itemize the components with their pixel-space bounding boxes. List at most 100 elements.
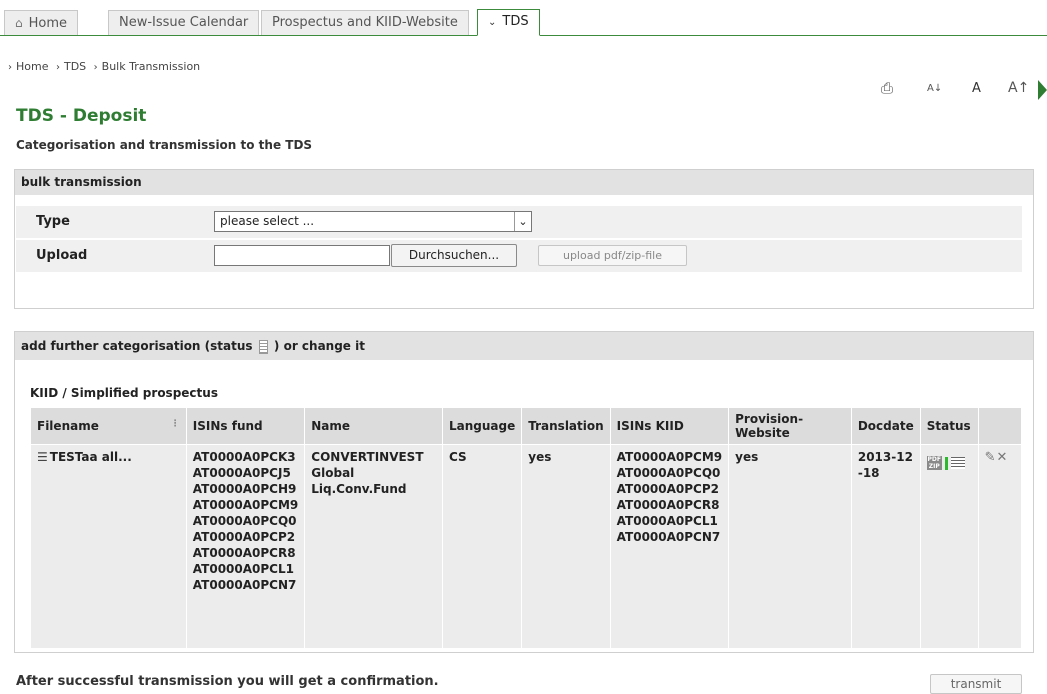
isin-fund: AT0000A0PCJ5 bbox=[192, 466, 291, 480]
filename-text: TESTaa all... bbox=[49, 450, 132, 464]
font-normal-button[interactable]: A bbox=[972, 81, 981, 96]
file-path-input[interactable] bbox=[214, 245, 390, 266]
docdate-line: -18 bbox=[857, 466, 880, 480]
column-header-actions bbox=[977, 407, 1023, 445]
chevron-down-icon[interactable]: ⌄ bbox=[514, 212, 531, 231]
breadcrumb-tds[interactable]: TDS bbox=[64, 60, 86, 73]
tab-label: Prospectus and KIID-Website bbox=[272, 15, 458, 30]
breadcrumb-home[interactable]: Home bbox=[16, 60, 48, 73]
isin-fund: AT0000A0PCK3 bbox=[192, 450, 296, 464]
isin-fund: AT0000A0PCM9 bbox=[192, 498, 299, 512]
isin-kiid: AT0000A0PCP2 bbox=[616, 482, 719, 496]
cell-language: CS bbox=[441, 444, 523, 649]
column-header-filename[interactable]: Filename ⋮ bbox=[30, 407, 187, 445]
chevron-down-icon: ⌄ bbox=[488, 17, 497, 28]
isin-kiid: AT0000A0PCQ0 bbox=[616, 466, 721, 480]
docdate-line: 2013-12 bbox=[857, 450, 913, 464]
column-header-name[interactable]: Name bbox=[304, 407, 443, 445]
kiid-table: Filename ⋮ ISINs fund Name Language Trans… bbox=[30, 407, 1023, 649]
column-header-label: Filename bbox=[37, 419, 99, 433]
type-label: Type bbox=[36, 214, 70, 229]
breadcrumb-arrow-icon: › bbox=[55, 62, 60, 73]
cell-translation: yes bbox=[521, 444, 611, 649]
delete-icon[interactable]: ✕ bbox=[997, 450, 1009, 465]
confirmation-message: After successful transmission you will g… bbox=[16, 674, 439, 689]
isin-fund: AT0000A0PCQ0 bbox=[192, 514, 297, 528]
table-header-row: Filename ⋮ ISINs fund Name Language Trans… bbox=[30, 407, 1023, 445]
isin-fund: AT0000A0PCR8 bbox=[192, 546, 296, 560]
breadcrumb: › Home › TDS › Bulk Transmission bbox=[4, 60, 200, 73]
status-document-icon bbox=[258, 339, 268, 354]
breadcrumb-arrow-icon: › bbox=[8, 62, 12, 73]
isin-fund: AT0000A0PCH9 bbox=[192, 482, 297, 496]
pdf-icon[interactable]: PDF ZIP bbox=[926, 456, 942, 470]
file-tree-icon[interactable]: ☰ bbox=[37, 450, 48, 464]
categorisation-heading-pre: add further categorisation (status bbox=[21, 339, 253, 353]
column-header-language[interactable]: Language bbox=[441, 407, 523, 445]
edit-icon[interactable]: ✎ bbox=[985, 450, 997, 465]
font-larger-button[interactable]: A↑ bbox=[1008, 80, 1029, 96]
column-resize-icon[interactable]: ⋮ bbox=[171, 419, 180, 429]
font-normal-label: A bbox=[972, 81, 981, 96]
tab-bar: ⌂ Home New-Issue Calendar Prospectus and … bbox=[0, 0, 1047, 36]
home-icon: ⌂ bbox=[15, 16, 23, 30]
document-lines-icon[interactable] bbox=[950, 457, 965, 469]
cell-docdate: 2013-12 -18 bbox=[850, 444, 921, 649]
breadcrumb-current: Bulk Transmission bbox=[101, 60, 201, 73]
cell-name: CONVERTINVEST Global Liq.Conv.Fund bbox=[304, 444, 443, 649]
tab-tds[interactable]: ⌄ TDS bbox=[477, 9, 540, 36]
cell-isins-fund: AT0000A0PCK3 AT0000A0PCJ5 AT0000A0PCH9 A… bbox=[185, 444, 306, 649]
page-subtitle: Categorisation and transmission to the T… bbox=[16, 138, 313, 152]
type-row: Type please select ... ⌄ bbox=[16, 206, 1022, 238]
column-header-isins-kiid[interactable]: ISINs KIID bbox=[609, 407, 730, 445]
font-smaller-button[interactable]: A↓ bbox=[927, 83, 942, 94]
type-select[interactable]: please select ... ⌄ bbox=[214, 211, 532, 232]
isin-kiid: AT0000A0PCM9 bbox=[616, 450, 723, 464]
table-caption: KIID / Simplified prospectus bbox=[30, 386, 218, 400]
name-line: Liq.Conv.Fund bbox=[311, 482, 407, 496]
cell-filename[interactable]: ☰ TESTaa all... bbox=[30, 444, 187, 649]
tab-home[interactable]: ⌂ Home bbox=[4, 10, 79, 36]
isin-fund: AT0000A0PCN7 bbox=[192, 578, 297, 592]
transmit-button[interactable]: transmit bbox=[930, 674, 1022, 694]
print-icon[interactable]: ⎙ bbox=[881, 79, 893, 97]
cell-provision-website: yes bbox=[728, 444, 852, 649]
warning-icon bbox=[944, 456, 948, 470]
isin-kiid: AT0000A0PCL1 bbox=[616, 514, 718, 528]
font-smaller-label: A bbox=[927, 83, 934, 94]
upload-label: Upload bbox=[36, 248, 88, 263]
bulk-transmission-heading: bulk transmission bbox=[15, 170, 1033, 195]
column-header-provision-website[interactable]: Provision-Website bbox=[728, 407, 852, 445]
breadcrumb-arrow-icon: › bbox=[93, 62, 98, 73]
column-header-translation[interactable]: Translation bbox=[521, 407, 611, 445]
corner-marker bbox=[1038, 80, 1047, 100]
tab-new-issue-calendar[interactable]: New-Issue Calendar bbox=[108, 10, 260, 36]
column-header-status[interactable]: Status bbox=[919, 407, 979, 445]
name-line: CONVERTINVEST bbox=[311, 450, 424, 464]
categorisation-heading: add further categorisation (status ) or … bbox=[15, 332, 1033, 360]
isin-kiid: AT0000A0PCN7 bbox=[616, 530, 721, 544]
tab-prospectus-kiid[interactable]: Prospectus and KIID-Website bbox=[261, 10, 469, 36]
cell-isins-kiid: AT0000A0PCM9 AT0000A0PCQ0 AT0000A0PCP2 A… bbox=[609, 444, 730, 649]
isin-fund: AT0000A0PCP2 bbox=[192, 530, 296, 544]
column-header-docdate[interactable]: Docdate bbox=[850, 407, 921, 445]
table-row: ☰ TESTaa all... AT0000A0PCK3 AT0000A0PCJ5… bbox=[30, 444, 1023, 649]
cell-actions: ✎✕ bbox=[977, 444, 1023, 649]
browse-button[interactable]: Durchsuchen... bbox=[391, 244, 517, 267]
cell-status: PDF ZIP bbox=[919, 444, 979, 649]
tab-home-label: Home bbox=[28, 16, 68, 31]
bulk-transmission-panel: bulk transmission bbox=[14, 169, 1034, 309]
tab-label: TDS bbox=[502, 14, 529, 29]
categorisation-heading-post: ) or change it bbox=[273, 339, 365, 353]
isin-fund: AT0000A0PCL1 bbox=[192, 562, 294, 576]
name-line: Global bbox=[311, 466, 355, 480]
type-select-value: please select ... bbox=[220, 214, 315, 228]
font-larger-label: A bbox=[1008, 80, 1018, 96]
upload-button[interactable]: upload pdf/zip-file bbox=[538, 245, 687, 266]
upload-row: Upload Durchsuchen... upload pdf/zip-fil… bbox=[16, 240, 1022, 272]
page-title: TDS - Deposit bbox=[16, 106, 147, 126]
column-header-isins-fund[interactable]: ISINs fund bbox=[185, 407, 306, 445]
isin-kiid: AT0000A0PCR8 bbox=[616, 498, 720, 512]
status-icons: PDF ZIP bbox=[926, 456, 965, 470]
tab-label: New-Issue Calendar bbox=[119, 15, 249, 30]
